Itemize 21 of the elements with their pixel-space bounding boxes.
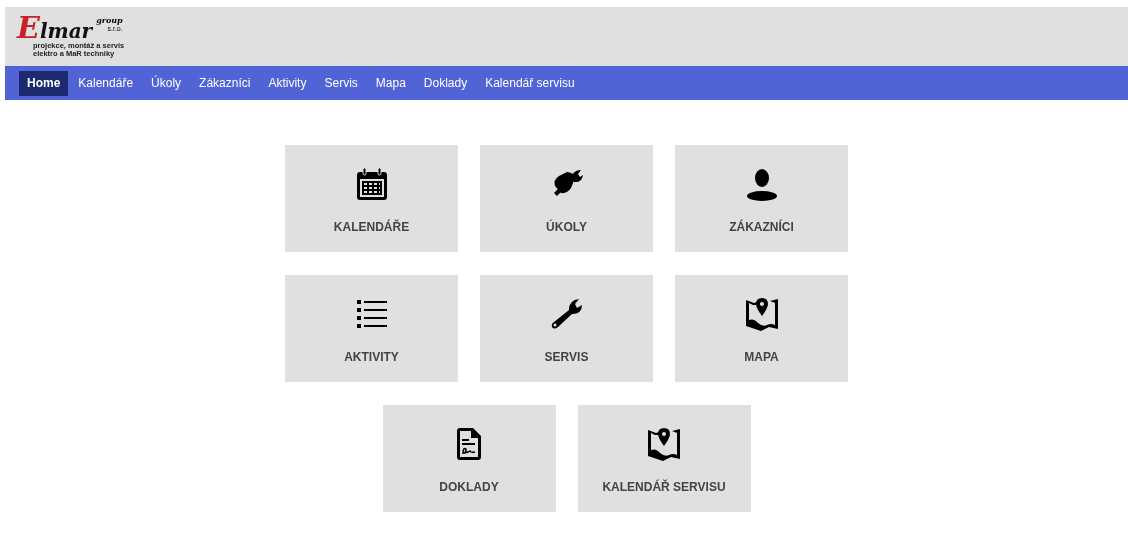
logo-wordmark: Elmar [17, 15, 93, 44]
nav-link[interactable]: Aktivity [260, 70, 315, 96]
nav-link[interactable]: Doklady [415, 70, 476, 96]
menu-tile[interactable]: KALENDÁŘE [285, 145, 458, 252]
menu-tile[interactable]: AKTIVITY [285, 275, 458, 382]
menu-tile[interactable]: SERVIS [480, 275, 653, 382]
menu-tile[interactable]: KALENDÁŘ SERVISU [577, 405, 751, 512]
nav-link[interactable]: Zákazníci [191, 70, 259, 96]
nav-link[interactable]: Kalendář servisu [477, 70, 583, 96]
menu-tile[interactable]: ZÁKAZNÍCI [675, 145, 848, 252]
menu-tile[interactable]: MAPA [675, 275, 848, 382]
logo-group-text: group [96, 15, 123, 25]
menu-tile[interactable]: DOKLADY [382, 405, 556, 512]
nav-link[interactable]: Home [19, 70, 69, 96]
menu-tile[interactable]: ÚKOLY [480, 145, 653, 252]
map-icon [743, 296, 780, 332]
nav-link[interactable]: Kalendáře [70, 70, 142, 96]
map-icon [646, 426, 682, 462]
nav-link[interactable]: Úkoly [143, 70, 190, 96]
nav-link[interactable]: Servis [316, 70, 366, 96]
nav-link[interactable]: Mapa [367, 70, 414, 96]
